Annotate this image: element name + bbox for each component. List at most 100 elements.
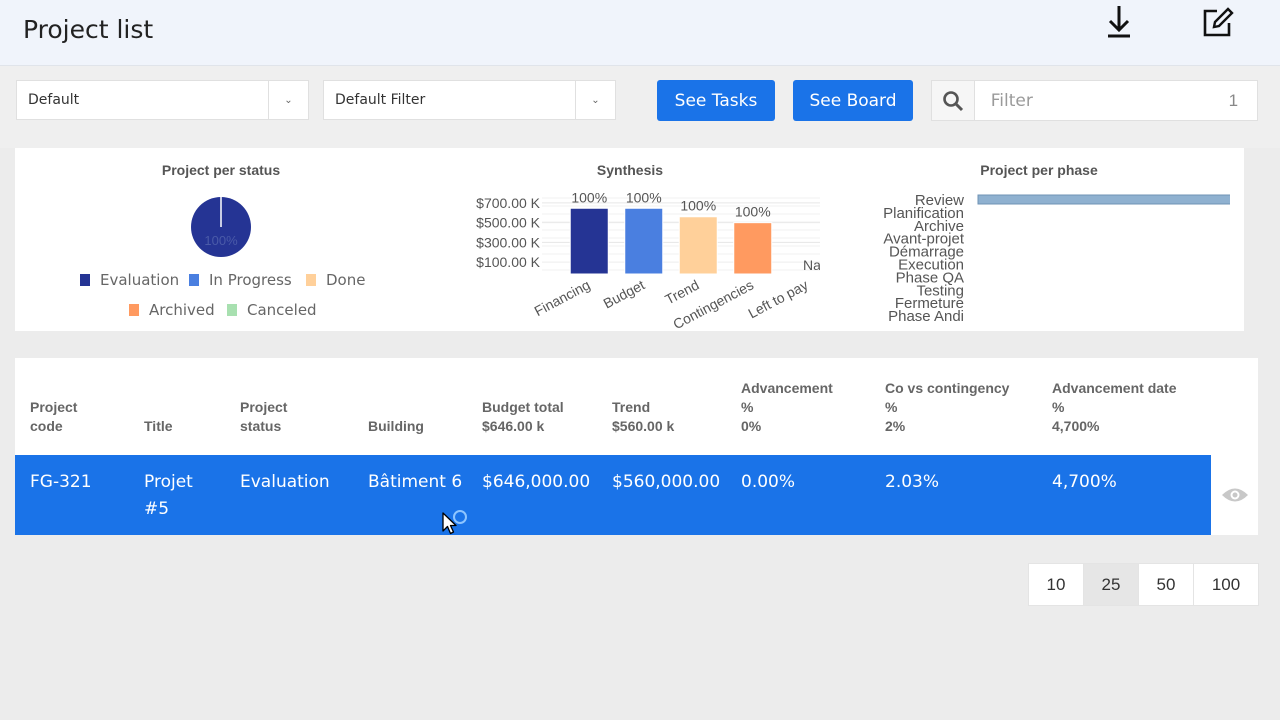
bar-data-label: 100%: [626, 189, 662, 205]
chevron-down-icon[interactable]: ⌄: [575, 81, 615, 119]
header-line: Project: [30, 399, 78, 415]
phase-bar-chart: ReviewPlanificationArchiveAvant-projetDé…: [883, 192, 1230, 323]
search-result-count: 1: [1228, 90, 1239, 110]
header-line: Advancement date: [1052, 380, 1177, 396]
header-advancement[interactable]: Advancement% 0%: [741, 379, 833, 436]
header-advancement-date[interactable]: Advancement date% 4,700%: [1052, 379, 1176, 436]
y-tick-label: $100.00 K: [476, 254, 540, 270]
legend-swatch: [306, 274, 316, 286]
legend-swatch: [129, 304, 139, 316]
chevron-down-icon[interactable]: ⌄: [268, 81, 308, 119]
cell-advancement: 0.00%: [741, 472, 796, 492]
eye-icon: [1221, 488, 1248, 502]
charts-panel: Project per status 100% Evaluation In Pr…: [15, 148, 1244, 332]
cell-co-vs-contingency: 2.03%: [885, 472, 940, 492]
search-box: 1: [931, 80, 1258, 121]
status-pie-chart: 100%: [191, 197, 251, 257]
cell-project-code: FG-321: [30, 472, 92, 492]
header-co-vs-contingency[interactable]: Co vs contingency% 2%: [885, 379, 1009, 436]
x-tick-label: Left to pay: [745, 277, 810, 322]
cell-status: Evaluation: [240, 472, 330, 492]
view-row-button[interactable]: [1211, 455, 1258, 535]
legend-label: In Progress: [209, 271, 292, 289]
download-icon[interactable]: [1101, 2, 1137, 42]
legend-label: Done: [326, 271, 366, 289]
legend-label: Evaluation: [100, 271, 180, 289]
legend-item-canceled[interactable]: Canceled: [227, 301, 317, 319]
header-line: 4,700%: [1052, 418, 1100, 434]
cell-budget-total: $646,000.00: [482, 472, 591, 492]
cell-trend: $560,000.00: [612, 472, 721, 492]
x-tick-label: Financing: [532, 277, 593, 320]
header-building[interactable]: Building: [368, 417, 424, 436]
page-size-50[interactable]: 50: [1139, 564, 1194, 605]
header-line: Co vs contingency: [885, 380, 1010, 396]
y-tick-label: $300.00 K: [476, 234, 540, 250]
bar-data-label: NaN%: [803, 257, 820, 273]
header-line: status: [240, 418, 282, 434]
legend-item-archived[interactable]: Archived: [129, 301, 215, 319]
x-tick-label: Budget: [600, 276, 647, 311]
table-row[interactable]: FG-321 Projet #5 Evaluation Bâtiment 6 $…: [15, 455, 1211, 535]
legend-label: Canceled: [247, 301, 317, 319]
bar-financing: [569, 207, 609, 275]
y-tick-label: $500.00 K: [476, 215, 540, 231]
synthesis-chart-title: Synthesis: [596, 162, 664, 178]
header-line: $560.00 k: [612, 418, 675, 434]
legend-item-evaluation[interactable]: Evaluation: [80, 271, 179, 289]
legend-swatch: [227, 304, 237, 316]
see-tasks-button[interactable]: See Tasks: [657, 80, 775, 121]
phase-chart-title: Project per phase: [980, 162, 1098, 178]
bar-data-label: 100%: [735, 204, 771, 220]
view-select-value: Default: [28, 92, 80, 108]
page-size-10[interactable]: 10: [1029, 564, 1084, 605]
header-line: Building: [368, 418, 424, 434]
header-line: $646.00 k: [482, 418, 545, 434]
header-trend[interactable]: Trend $560.00 k: [612, 398, 674, 436]
header-project-status[interactable]: Project status: [240, 398, 287, 436]
header-line: Budget total: [482, 399, 564, 415]
legend-swatch: [189, 274, 199, 286]
cell-building: Bâtiment 6: [368, 472, 463, 492]
legend-item-done[interactable]: Done: [306, 271, 365, 289]
top-bar: Project list: [0, 0, 1280, 66]
legend-label: Archived: [149, 301, 215, 319]
header-line: %: [741, 399, 754, 415]
page-title: Project list: [23, 15, 154, 44]
edit-icon[interactable]: [1199, 2, 1235, 42]
filter-select-value: Default Filter: [335, 92, 426, 108]
page-size-100[interactable]: 100: [1194, 564, 1258, 605]
bar-trend: [678, 216, 718, 275]
header-title[interactable]: Title: [144, 417, 173, 436]
pie-slice-label: 100%: [204, 233, 238, 248]
header-line: Trend: [612, 399, 651, 415]
header-project-code[interactable]: Project code: [30, 398, 77, 436]
header-line: %: [885, 399, 898, 415]
project-table: Project code Title Project status Building…: [15, 358, 1258, 535]
bar-contingencies: [733, 222, 773, 275]
mouse-cursor-icon: [442, 512, 457, 535]
header-budget-total[interactable]: Budget total $646.00 k: [482, 398, 564, 436]
header-line: %: [1052, 399, 1065, 415]
bar-review: [977, 194, 1230, 205]
legend-swatch: [80, 274, 90, 286]
search-icon[interactable]: [932, 81, 975, 120]
search-input[interactable]: [974, 81, 1210, 120]
filter-select[interactable]: Default Filter ⌄: [323, 80, 616, 120]
header-line: Project: [240, 399, 288, 415]
bar-budget: [624, 207, 664, 275]
y-tick-label: Phase Andi: [888, 308, 964, 323]
header-line: 2%: [885, 418, 906, 434]
header-line: Title: [144, 418, 173, 434]
y-tick-label: $700.00 K: [476, 195, 540, 211]
synthesis-bar-chart: $700.00 K $500.00 K $300.00 K $100.00 K 100%…: [476, 189, 820, 332]
legend-item-in-progress[interactable]: In Progress: [189, 271, 292, 289]
x-tick-label: Trend: [662, 277, 701, 308]
bar-data-label: 100%: [571, 189, 607, 205]
cell-advancement-date: 4,700%: [1052, 472, 1117, 492]
see-board-button[interactable]: See Board: [793, 80, 913, 121]
view-select[interactable]: Default ⌄: [16, 80, 309, 120]
bar-data-label: 100%: [680, 198, 716, 214]
page-size-25[interactable]: 25: [1084, 564, 1139, 605]
cell-title: Projet #5: [144, 472, 193, 519]
